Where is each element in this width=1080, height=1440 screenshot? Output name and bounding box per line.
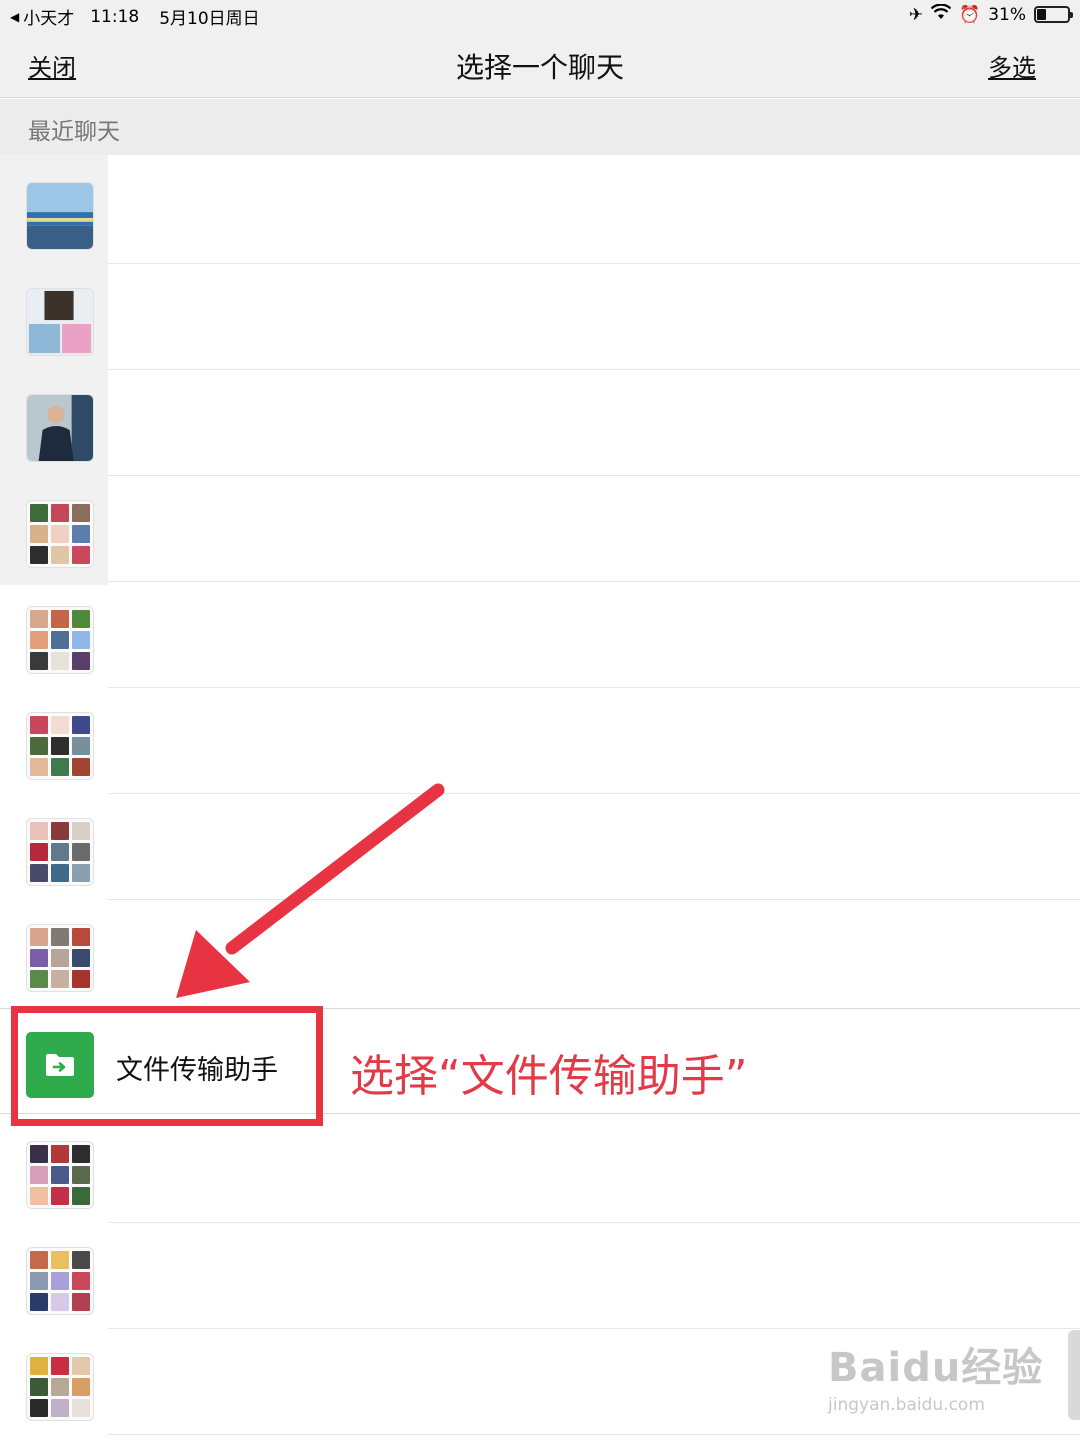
chat-avatar <box>26 288 94 356</box>
wifi-icon <box>930 3 952 25</box>
carrier-label: 小天才 <box>23 9 75 29</box>
chat-row[interactable] <box>0 582 1080 688</box>
chat-avatar <box>26 1353 94 1421</box>
status-date: 5月10日周日 <box>159 9 260 29</box>
chat-list[interactable]: 文件传输助手 <box>0 155 1080 1440</box>
nav-bar: 关闭 选择一个聊天 多选 <box>0 30 1080 98</box>
chat-avatar <box>26 606 94 674</box>
page-title: 选择一个聊天 <box>455 51 624 84</box>
chat-row[interactable] <box>0 794 1080 900</box>
multi-select-button[interactable]: 多选 <box>988 48 1036 83</box>
chat-avatar <box>26 1141 94 1209</box>
chat-row[interactable] <box>0 476 1080 582</box>
chat-avatar <box>26 1247 94 1315</box>
battery-icon <box>1034 6 1073 23</box>
chat-row[interactable] <box>0 264 1080 370</box>
watermark-url: jingyan.baidu.com <box>828 1395 985 1415</box>
status-right: ✈ ⏰ 31% <box>908 3 1073 25</box>
chat-row[interactable] <box>0 158 1080 264</box>
baidu-watermark: Baidu经验 jingyan.baidu.com <box>828 1335 1044 1425</box>
chat-row[interactable] <box>0 370 1080 476</box>
airplane-icon: ✈ <box>908 4 924 25</box>
chat-row[interactable] <box>0 900 1080 1006</box>
chat-avatar <box>26 924 94 992</box>
chat-avatar <box>26 818 94 886</box>
recent-chats-label: 最近聊天 <box>28 119 120 145</box>
chat-row[interactable] <box>0 1117 1080 1223</box>
chat-avatar <box>26 394 94 462</box>
scroll-indicator[interactable] <box>1068 1330 1080 1420</box>
chat-avatar <box>26 500 94 568</box>
chat-avatar <box>26 182 94 250</box>
annotation-text: 选择“文件传输助手” <box>350 1051 748 1102</box>
chat-row[interactable] <box>0 688 1080 794</box>
alarm-icon: ⏰ <box>959 4 981 25</box>
back-arrow-icon[interactable]: ◀ <box>10 10 19 24</box>
battery-percent: 31% <box>988 4 1026 25</box>
watermark-brand: Baidu经验 <box>828 1345 1044 1391</box>
status-left: ◀ 小天才 11:18 5月10日周日 <box>10 4 260 30</box>
status-time: 11:18 <box>90 6 140 27</box>
chat-row[interactable] <box>0 1223 1080 1329</box>
recent-chats-header: 最近聊天 <box>0 99 1080 155</box>
status-bar: ◀ 小天才 11:18 5月10日周日 ✈ ⏰ 31% <box>0 0 1080 30</box>
chat-avatar <box>26 712 94 780</box>
annotation-highlight-box <box>11 1006 323 1126</box>
